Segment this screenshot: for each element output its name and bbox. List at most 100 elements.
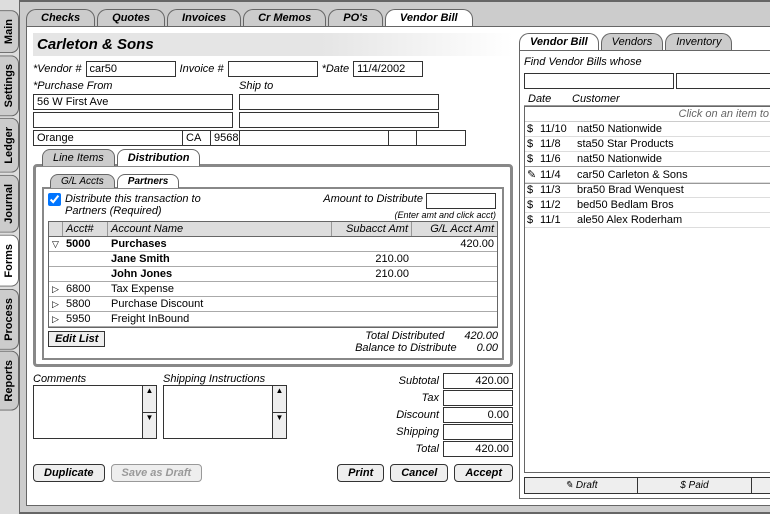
side-tab-process[interactable]: Process [0,289,19,350]
right-tab-inventory[interactable]: Inventory [665,33,732,50]
top-tab-cr-memos[interactable]: Cr Memos [243,9,326,26]
ship-zip-input[interactable] [416,130,466,146]
list-head-cust: Customer [572,93,770,105]
filter-input-1[interactable] [524,73,674,89]
partners-panel: G/L AcctsPartners Distribute this transa… [42,187,504,360]
filter--unpaid[interactable]: $ Unpaid [751,477,770,494]
filter--draft[interactable]: ✎ Draft [524,477,637,494]
expand-icon[interactable]: ▽ [49,237,63,251]
shipto1-input[interactable] [239,94,439,110]
dist-gl [412,312,497,326]
dist-gl [412,282,497,296]
dist-acct: 5000 [63,237,108,251]
invoice-num-input[interactable] [228,61,318,77]
distribute-check-label: Distribute this transaction to Partners … [65,193,235,217]
distribution-panel: Line ItemsDistribution G/L AcctsPartners… [33,164,513,367]
right-tab-vendor-bill[interactable]: Vendor Bill [519,33,599,50]
shipto2-input[interactable] [239,112,439,128]
bill-list-item[interactable]: $11/1ale50 Alex Roderham105.00 [525,213,770,228]
side-tab-settings[interactable]: Settings [0,55,19,116]
dist-row[interactable]: ▷5950Freight InBound [49,312,497,327]
top-tab-quotes[interactable]: Quotes [97,9,165,26]
date-input[interactable] [353,61,423,77]
discount-label: Discount [396,409,439,421]
expand-icon[interactable]: ▷ [49,312,63,326]
expand-icon[interactable]: ▷ [49,297,63,311]
distribute-checkbox[interactable] [48,193,61,206]
side-tab-main[interactable]: Main [0,10,19,53]
right-column: Vendor BillVendorsInventory Find Vendor … [519,33,770,499]
side-tab-ledger[interactable]: Ledger [0,118,19,173]
expand-icon[interactable] [49,267,63,281]
find-label: Find Vendor Bills whose [524,56,642,68]
shipping-textarea[interactable] [163,385,273,439]
dist-row[interactable]: ▷5800Purchase Discount [49,297,497,312]
dist-row[interactable]: Jane Smith210.00 [49,252,497,267]
side-tab-reports[interactable]: Reports [0,351,19,411]
ship-state-input[interactable] [388,130,416,146]
city-input[interactable] [33,130,182,146]
comments-stepper[interactable]: ▲▼ [143,385,157,439]
bill-list[interactable]: Click on an item to edit/view it $11/10n… [524,106,770,473]
dist-row[interactable]: ▷6800Tax Expense [49,282,497,297]
date-label: *Date [322,63,350,75]
expand-icon[interactable]: ▷ [49,282,63,296]
dist-gl [412,267,497,281]
bill-list-item[interactable]: $11/8sta50 Star Products600.00 [525,137,770,152]
item-date: 11/2 [540,199,574,211]
panel-tab-line-items[interactable]: Line Items [42,149,115,166]
dist-row[interactable]: John Jones210.00 [49,267,497,282]
dollar-icon: $ [527,214,537,226]
inner-tab-g-l-accts[interactable]: G/L Accts [50,174,115,188]
top-tab-po-s[interactable]: PO's [328,9,383,26]
dist-sub [332,282,412,296]
col-sub-head: Subacct Amt [332,222,412,236]
filter--paid[interactable]: $ Paid [637,477,750,494]
dist-name: Purchase Discount [108,297,332,311]
print-button[interactable]: Print [337,464,384,482]
edit-list-button[interactable]: Edit List [48,331,105,347]
total-dist-label: Total Distributed [365,330,444,342]
dollar-icon: $ [527,138,537,150]
right-tab-vendors[interactable]: Vendors [601,33,664,50]
top-tab-invoices[interactable]: Invoices [167,9,241,26]
bill-list-item[interactable]: $11/6nat50 Nationwide525.00 [525,152,770,167]
addr2-input[interactable] [33,112,233,128]
cancel-button[interactable]: Cancel [390,464,448,482]
dollar-icon: ✎ [527,168,537,181]
bill-list-item[interactable]: ✎11/4car50 Carleton & Sons420.00🗑 [525,167,770,183]
duplicate-button[interactable]: Duplicate [33,464,105,482]
panel-tab-distribution[interactable]: Distribution [117,149,201,166]
top-tab-checks[interactable]: Checks [26,9,95,26]
invoice-num-label: Invoice # [180,63,224,75]
dist-name: Freight InBound [108,312,332,326]
amt-dist-input[interactable] [426,193,496,209]
accept-button[interactable]: Accept [454,464,513,482]
total-dist-value: 420.00 [464,330,498,342]
side-tab-journal[interactable]: Journal [0,175,19,233]
col-gl-head: G/L Acct Amt [412,222,497,236]
bill-list-item[interactable]: $11/3bra50 Brad Wenquest285.00 [525,183,770,198]
ship-to-label: Ship to [239,80,439,92]
filter-input-2[interactable] [676,73,770,89]
distribution-table: Acct# Account Name Subacct Amt G/L Acct … [48,221,498,328]
dist-row[interactable]: ▽5000Purchases420.00 [49,237,497,252]
addr1-input[interactable] [33,94,233,110]
vendor-num-input[interactable] [86,61,176,77]
ship-city-input[interactable] [239,130,388,146]
bill-list-item[interactable]: $11/2bed50 Bedlam Bros210.00 [525,198,770,213]
state-input[interactable] [182,130,210,146]
item-date: 11/6 [540,153,574,165]
inner-tab-partners[interactable]: Partners [117,174,180,188]
amt-dist-hint: (Enter amt and click acct) [394,210,496,220]
top-tab-vendor-bill[interactable]: Vendor Bill [385,9,473,26]
shipping-stepper[interactable]: ▲▼ [273,385,287,439]
bill-list-item[interactable]: $11/10nat50 Nationwide665.00 [525,122,770,137]
item-customer: ale50 Alex Roderham [577,214,770,226]
dist-acct: 5800 [63,297,108,311]
balance-label: Balance to Distribute [355,342,457,354]
shipping-value [443,424,513,440]
comments-textarea[interactable] [33,385,143,439]
side-tab-forms[interactable]: Forms [0,235,19,287]
expand-icon[interactable] [49,252,63,266]
